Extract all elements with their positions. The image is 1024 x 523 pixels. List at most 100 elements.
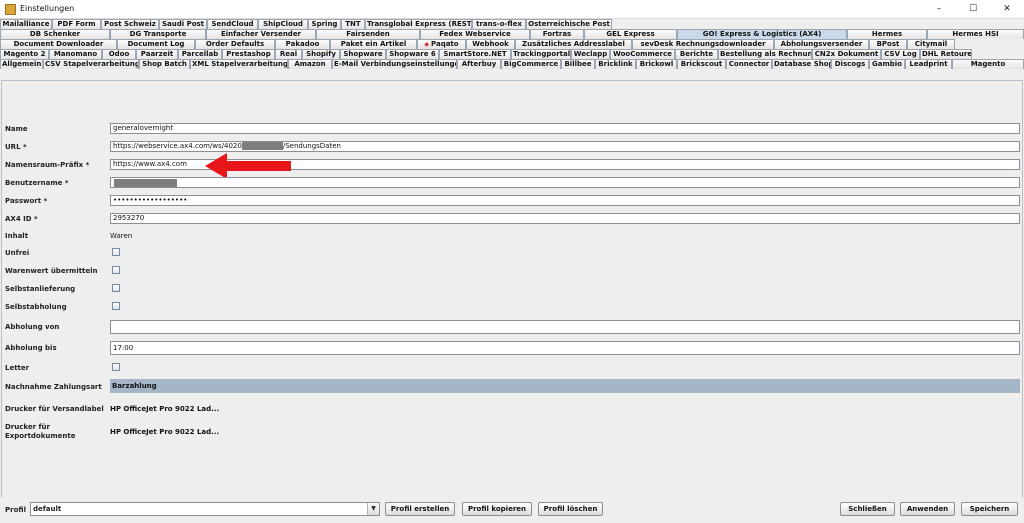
tab-bricklink[interactable]: Bricklink xyxy=(595,59,636,69)
profil-loeschen-button[interactable]: Profil löschen xyxy=(538,502,603,516)
unfrei-checkbox[interactable] xyxy=(112,248,120,256)
tab-abholungsversender[interactable]: Abholungsversender xyxy=(774,39,869,49)
tab-shopify[interactable]: Shopify xyxy=(302,49,340,59)
abholung-bis-label: Abholung bis xyxy=(5,344,57,352)
drucker-versand-value[interactable]: HP OfficeJet Pro 9022 Lad... xyxy=(110,405,219,413)
tab-weclapp[interactable]: Weclapp xyxy=(571,49,610,59)
maximize-button[interactable]: ☐ xyxy=(956,0,990,18)
tab-citymail[interactable]: Citymail xyxy=(907,39,955,49)
tab-sendcloud[interactable]: SendCloud xyxy=(207,19,258,29)
tab-afterbuy[interactable]: Afterbuy xyxy=(457,59,501,69)
tab-webhook[interactable]: Webhook xyxy=(466,39,515,49)
tab-document-log[interactable]: Document Log xyxy=(117,39,195,49)
drucker-export-value[interactable]: HP OfficeJet Pro 9022 Lad... xyxy=(110,428,219,436)
tab-fairsenden[interactable]: Fairsenden xyxy=(316,29,420,39)
tab-connector[interactable]: Connector xyxy=(726,59,772,69)
tab-amazon[interactable]: Amazon xyxy=(288,59,332,69)
tab-transglobal[interactable]: Transglobal Express (REST) xyxy=(365,19,472,29)
tab-oesterreichische-post[interactable]: Österreichische Post xyxy=(526,19,612,29)
minimize-button[interactable]: – xyxy=(922,0,956,18)
tab-go-express-ax4[interactable]: GO! Express & Logistics (AX4) xyxy=(677,29,847,39)
tab-prestashop[interactable]: Prestashop xyxy=(222,49,275,59)
ax4id-field[interactable]: 2953270 xyxy=(110,213,1020,224)
abholung-bis-field[interactable]: 17:00 xyxy=(110,341,1020,355)
tab-csv-stapelverarbeitung[interactable]: CSV Stapelverarbeitung xyxy=(43,59,139,69)
tab-billbee[interactable]: Billbee xyxy=(561,59,595,69)
profil-erstellen-button[interactable]: Profil erstellen xyxy=(385,502,455,516)
tab-leadprint[interactable]: Leadprint xyxy=(905,59,952,69)
tab-discogs[interactable]: Discogs xyxy=(831,59,869,69)
tab-einfacher-versender[interactable]: Einfacher Versender xyxy=(206,29,316,39)
tab-shopware-6[interactable]: Shopware 6 xyxy=(386,49,439,59)
tab-hermes[interactable]: Hermes xyxy=(847,29,927,39)
tab-pdf-form[interactable]: PDF Form xyxy=(52,19,101,29)
name-field[interactable]: generalovernight xyxy=(110,123,1020,134)
tab-shopware[interactable]: Shopware xyxy=(340,49,386,59)
tab-berichte[interactable]: Berichte xyxy=(675,49,718,59)
tab-spring[interactable]: Spring xyxy=(308,19,341,29)
selbstanlieferung-label: Selbstanlieferung xyxy=(5,285,76,293)
tab-bpost[interactable]: BPost xyxy=(869,39,907,49)
selbstanlieferung-checkbox[interactable] xyxy=(112,284,120,292)
tab-paarzeit[interactable]: Paarzeit xyxy=(136,49,178,59)
close-button[interactable]: ✕ xyxy=(990,0,1024,18)
tab-fedex-webservice[interactable]: Fedex Webservice xyxy=(420,29,530,39)
password-label: Passwort * xyxy=(5,197,48,205)
tab-sevdesk[interactable]: sevDesk Rechnungsdownloader xyxy=(632,39,774,49)
tab-pakadoo[interactable]: Pakadoo xyxy=(275,39,330,49)
tab-shipcloud[interactable]: ShipCloud xyxy=(258,19,308,29)
tab-db-schenker[interactable]: DB Schenker xyxy=(0,29,110,39)
tab-saudi-post[interactable]: Saudi Post xyxy=(159,19,207,29)
tab-xml-stapelverarbeitung[interactable]: XML Stapelverarbeitung xyxy=(190,59,288,69)
tab-magento[interactable]: Magento xyxy=(952,59,1024,69)
tab-brickscout[interactable]: Brickscout xyxy=(677,59,726,69)
tab-odoo[interactable]: Odoo xyxy=(102,49,136,59)
warenwert-checkbox[interactable] xyxy=(112,266,120,274)
tab-bestellung-als-rechnung[interactable]: Bestellung als Rechnung xyxy=(718,49,812,59)
tab-magento-2[interactable]: Magento 2 xyxy=(0,49,49,59)
abholung-von-field[interactable] xyxy=(110,320,1020,334)
tab-shop-batch[interactable]: Shop Batch xyxy=(139,59,190,69)
tab-fortras[interactable]: Fortras xyxy=(530,29,584,39)
tab-manomano[interactable]: Manomano xyxy=(49,49,102,59)
speichern-button[interactable]: Speichern xyxy=(961,502,1018,516)
tab-dhl-retoure[interactable]: DHL Retoure xyxy=(920,49,972,59)
tab-trackingportal[interactable]: Trackingportal xyxy=(511,49,571,59)
tab-hermes-hsi[interactable]: Hermes HSI xyxy=(927,29,1024,39)
tab-trans-o-flex[interactable]: trans-o-flex xyxy=(472,19,526,29)
tab-real[interactable]: Real xyxy=(275,49,302,59)
inhalt-value[interactable]: Waren xyxy=(110,232,132,240)
tab-order-defaults[interactable]: Order Defaults xyxy=(195,39,275,49)
profil-select[interactable]: default ▼ xyxy=(30,502,380,516)
tab-paket-ein-artikel[interactable]: Paket ein Artikel xyxy=(330,39,417,49)
schliessen-button[interactable]: Schließen xyxy=(840,502,895,516)
tab-post-schweiz[interactable]: Post Schweiz xyxy=(101,19,159,29)
letter-checkbox[interactable] xyxy=(112,363,120,371)
tab-paqato[interactable]: ◆ Paqato xyxy=(417,39,466,49)
selbstabholung-checkbox[interactable] xyxy=(112,302,120,310)
tab-email-verbindungseinstellungen[interactable]: E-Mail Verbindungseinstellungen xyxy=(332,59,457,69)
tab-woocommerce[interactable]: WooCommerce xyxy=(610,49,675,59)
tab-parcellab[interactable]: Parcellab xyxy=(178,49,222,59)
tab-gel-express[interactable]: GEL Express xyxy=(584,29,677,39)
tab-brickowl[interactable]: Brickowl xyxy=(636,59,677,69)
tab-smartstore[interactable]: SmartStore.NET xyxy=(439,49,511,59)
tab-zusaetzliches-addresslabel[interactable]: Zusätzliches Addresslabel xyxy=(515,39,632,49)
tab-csv-log[interactable]: CSV Log xyxy=(881,49,920,59)
tab-allgemein[interactable]: Allgemein xyxy=(0,59,43,69)
password-field[interactable]: •••••••••••••••••• xyxy=(110,195,1020,206)
tab-tnt[interactable]: TNT xyxy=(341,19,365,29)
tab-database-shop[interactable]: Database Shop xyxy=(772,59,831,69)
tab-cn2x-dokument[interactable]: CN2x Dokument xyxy=(812,49,881,59)
chevron-down-icon[interactable]: ▼ xyxy=(367,503,379,515)
tab-mailalliance[interactable]: Mailalliance xyxy=(0,19,52,29)
anwenden-button[interactable]: Anwenden xyxy=(900,502,955,516)
tab-gambio[interactable]: Gambio xyxy=(869,59,905,69)
tab-document-downloader[interactable]: Document Downloader xyxy=(0,39,117,49)
url-field[interactable]: https://webservice.ax4.com/ws/4020/Sendu… xyxy=(110,141,1020,152)
nachnahme-select[interactable]: Barzahlung xyxy=(110,379,1020,393)
username-field[interactable] xyxy=(110,177,1020,188)
tab-bigcommerce[interactable]: BigCommerce xyxy=(501,59,561,69)
tab-dg-transporte[interactable]: DG Transporte xyxy=(110,29,206,39)
profil-kopieren-button[interactable]: Profil kopieren xyxy=(462,502,532,516)
